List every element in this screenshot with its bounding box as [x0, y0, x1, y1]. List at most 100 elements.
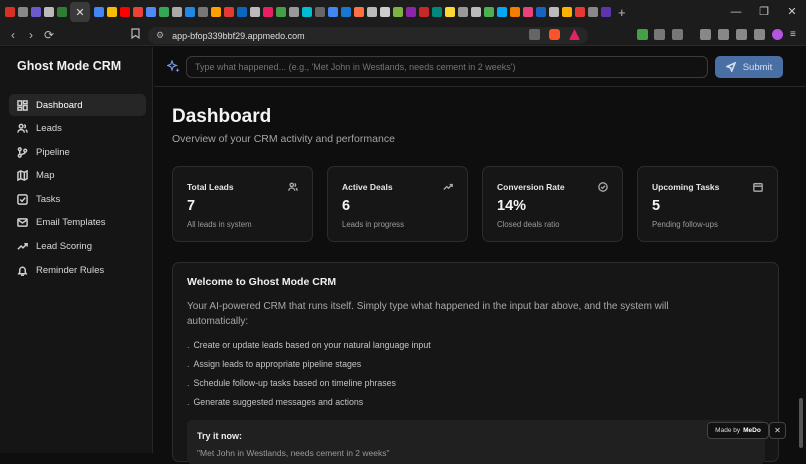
tab-favicon[interactable]: [17, 7, 28, 17]
sidebar-item-tasks[interactable]: Tasks: [9, 188, 146, 210]
sidebar-item-label: Map: [36, 170, 55, 182]
extension-icon[interactable]: [637, 29, 648, 40]
tab-favicon[interactable]: [301, 7, 312, 17]
bullet-text: Generate suggested messages and actions: [193, 397, 364, 407]
tab-favicon[interactable]: [56, 7, 67, 17]
tab-favicon[interactable]: [470, 7, 481, 17]
tab-favicon[interactable]: [340, 7, 351, 17]
check-circle-icon: [598, 182, 608, 192]
sidebar-item-email-templates[interactable]: Email Templates: [9, 212, 146, 234]
sidebar-item-dashboard[interactable]: Dashboard: [9, 94, 146, 116]
tab-favicon[interactable]: [483, 7, 494, 17]
sidebar-item-pipeline[interactable]: Pipeline: [9, 141, 146, 163]
tab-favicon[interactable]: [405, 7, 416, 17]
tab-favicon[interactable]: [93, 7, 104, 17]
tab-favicon[interactable]: [262, 7, 273, 17]
tab-favicon[interactable]: [236, 7, 247, 17]
bullet-dot: .: [187, 340, 190, 350]
page-subtitle: Overview of your CRM activity and perfor…: [172, 133, 395, 145]
sidebar-item-map[interactable]: Map: [9, 165, 146, 187]
reload-button[interactable]: ⟳: [40, 28, 58, 42]
sidebar-toggle-icon[interactable]: [700, 29, 711, 40]
tab-favicon[interactable]: [43, 7, 54, 17]
back-button[interactable]: ‹: [4, 28, 22, 42]
tab-favicon[interactable]: [587, 7, 598, 17]
tab-favicon[interactable]: [314, 7, 325, 17]
tab-favicon[interactable]: [392, 7, 403, 17]
submit-label: Submit: [742, 61, 773, 73]
tab-favicon[interactable]: [600, 7, 611, 17]
sidebar-item-leads[interactable]: Leads: [9, 118, 146, 140]
badge-close-button[interactable]: ✕: [769, 422, 786, 439]
tab-favicon[interactable]: [158, 7, 169, 17]
tab-favicon[interactable]: [574, 7, 585, 17]
tab-favicon[interactable]: [509, 7, 520, 17]
minimize-button[interactable]: —: [722, 0, 750, 24]
close-window-button[interactable]: ✕: [778, 0, 806, 24]
stat-card-title: Active Deals: [342, 182, 393, 192]
bell-icon: [17, 266, 28, 276]
tab-favicon[interactable]: [418, 7, 429, 17]
tab-favicon[interactable]: [275, 7, 286, 17]
tab-favicon[interactable]: [548, 7, 559, 17]
new-tab-button[interactable]: +: [618, 5, 626, 20]
bookmark-icon[interactable]: [126, 27, 144, 42]
vpn-icon[interactable]: [754, 29, 765, 40]
submit-button[interactable]: Submit: [715, 56, 783, 78]
tab-favicon[interactable]: [431, 7, 442, 17]
command-input[interactable]: [186, 56, 708, 78]
bullet-text: Schedule follow-up tasks based on timeli…: [193, 378, 396, 388]
tab-favicon[interactable]: [457, 7, 468, 17]
tab-favicon[interactable]: [366, 7, 377, 17]
stat-card-title: Total Leads: [187, 182, 234, 192]
made-by-prefix: Made by: [715, 427, 741, 434]
tab-favicon[interactable]: [561, 7, 572, 17]
try-title: Try it now:: [197, 431, 242, 441]
maximize-button[interactable]: ❐: [750, 0, 778, 24]
tab-favicon[interactable]: [171, 7, 182, 17]
made-by-badge[interactable]: Made by MeDo: [707, 422, 769, 439]
forward-button[interactable]: ›: [22, 28, 40, 42]
bullet-text: Assign leads to appropriate pipeline sta…: [193, 359, 362, 369]
tab-favicon[interactable]: [145, 7, 156, 17]
tab-favicon[interactable]: [444, 7, 455, 17]
tab-favicon[interactable]: [496, 7, 507, 17]
tab-favicon[interactable]: [223, 7, 234, 17]
scrollbar-track[interactable]: [798, 88, 804, 448]
tab-favicon[interactable]: [210, 7, 221, 17]
site-info-icon[interactable]: ⚙: [156, 30, 164, 41]
bullet-dot: .: [187, 378, 190, 388]
tab-favicon[interactable]: [249, 7, 260, 17]
tab-favicon[interactable]: [522, 7, 533, 17]
scrollbar-thumb[interactable]: [799, 398, 803, 448]
screenshot-icon[interactable]: [672, 29, 683, 40]
welcome-text: Your AI-powered CRM that runs itself. Si…: [187, 301, 669, 327]
tab-favicon[interactable]: [535, 7, 546, 17]
try-example: "Met John in Westlands, needs cement in …: [197, 448, 390, 458]
active-tab-close-button[interactable]: ✕: [70, 2, 90, 22]
url-bar[interactable]: ⚙ app-bfop339bbf29.appmedo.com: [148, 27, 588, 44]
tab-favicon[interactable]: [353, 7, 364, 17]
tab-favicon[interactable]: [184, 7, 195, 17]
tab-favicon[interactable]: [4, 7, 15, 17]
brave-shield-icon[interactable]: [549, 29, 560, 40]
share-icon[interactable]: [529, 29, 540, 40]
stat-card-value: 14%: [497, 198, 527, 214]
tab-favicon[interactable]: [288, 7, 299, 17]
stat-card-title: Conversion Rate: [497, 182, 565, 192]
tab-favicon[interactable]: [327, 7, 338, 17]
profile-avatar[interactable]: [772, 29, 783, 40]
menu-icon[interactable]: ≡: [790, 29, 801, 40]
tab-favicon[interactable]: [119, 7, 130, 17]
puzzle-icon[interactable]: [654, 29, 665, 40]
leo-ai-icon[interactable]: [736, 29, 747, 40]
sidebar-item-reminder-rules[interactable]: Reminder Rules: [9, 259, 146, 281]
tab-favicon[interactable]: [197, 7, 208, 17]
mail-icon: [17, 218, 28, 228]
tab-favicon[interactable]: [30, 7, 41, 17]
tab-favicon[interactable]: [379, 7, 390, 17]
wallet-icon[interactable]: [718, 29, 729, 40]
tab-favicon[interactable]: [132, 7, 143, 17]
tab-favicon[interactable]: [106, 7, 117, 17]
sidebar-item-lead-scoring[interactable]: Lead Scoring: [9, 236, 146, 258]
